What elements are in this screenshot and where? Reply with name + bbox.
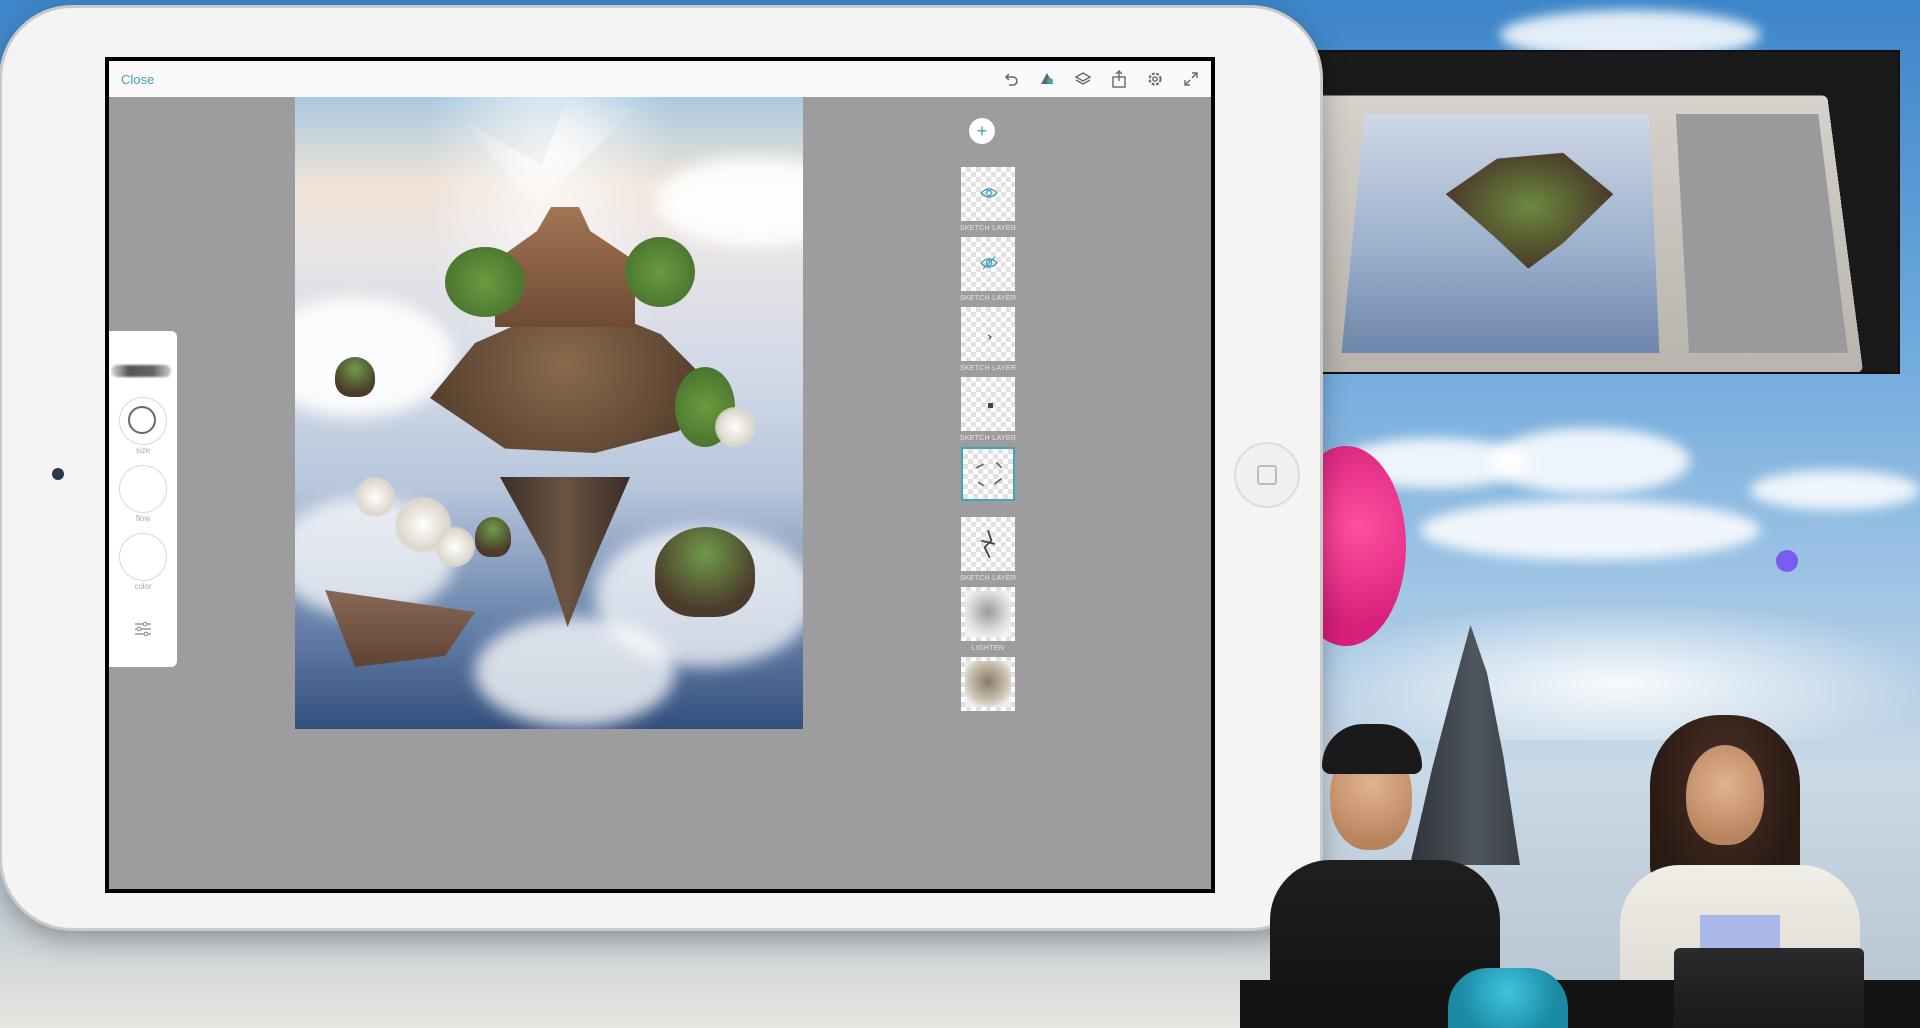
layer-item[interactable]: SKETCH LAYER (947, 377, 1017, 451)
background-cloud (1420, 500, 1760, 560)
propeller (355, 477, 395, 517)
settings-icon[interactable] (1145, 69, 1165, 89)
brush-stroke-preview[interactable] (111, 365, 171, 377)
top-toolbar: Close (109, 61, 1211, 97)
layer-thumbnail[interactable] (961, 447, 1015, 501)
sketch-mark-icon (988, 403, 993, 408)
sliders-icon[interactable] (133, 621, 153, 637)
flow-label: flow (135, 514, 151, 523)
ipad-device: Close size flow color + SKETCH LAYER SKE… (2, 8, 1320, 928)
sketch-app: Close size flow color + SKETCH LAYER SKE… (109, 61, 1211, 889)
sketch-mark-icon (975, 461, 1003, 487)
laptop (1674, 948, 1864, 1028)
size-label: size (135, 446, 151, 455)
add-layer-button[interactable]: + (969, 118, 995, 144)
layer-item[interactable]: SKETCH LAYER (947, 517, 1017, 591)
layer-label: SKETCH LAYER (959, 575, 1017, 582)
sketch-mark-icon (987, 334, 992, 340)
fullscreen-icon[interactable] (1181, 69, 1201, 89)
eye-hidden-icon[interactable] (979, 253, 999, 273)
canvas-cloud (295, 297, 455, 417)
background-cloud (1490, 428, 1690, 494)
ipad-screen: Close size flow color + SKETCH LAYER SKE… (105, 57, 1215, 893)
purple-dot (1776, 550, 1798, 572)
inset-layers-panel (1675, 114, 1848, 353)
layer-item-selected[interactable] (947, 447, 1017, 521)
color-picker[interactable] (119, 533, 167, 581)
layer-thumbnail[interactable] (961, 587, 1015, 641)
small-island (475, 517, 511, 557)
propeller (435, 527, 475, 567)
drawing-canvas[interactable] (295, 97, 803, 729)
layer-thumbnail[interactable] (961, 167, 1015, 221)
brush-panel: size flow color (109, 331, 177, 667)
beanie (1322, 724, 1422, 774)
greenery (445, 247, 525, 317)
layer-thumbnail[interactable] (961, 307, 1015, 361)
fill-icon[interactable] (1037, 69, 1057, 89)
eye-hidden-icon[interactable] (979, 183, 999, 203)
windmill-sails (465, 99, 635, 209)
layers-icon[interactable] (1073, 69, 1093, 89)
layer-item[interactable]: SKETCH LAYER (947, 307, 1017, 381)
layer-thumbnail[interactable] (961, 657, 1015, 711)
color-label: color (134, 582, 152, 591)
layer-item[interactable]: SKETCH LAYER (947, 167, 1017, 241)
toolbar-icons (1001, 69, 1201, 89)
propeller (715, 407, 755, 447)
layer-thumbnail[interactable] (961, 237, 1015, 291)
layer-item[interactable] (947, 657, 1017, 731)
layer-label: SKETCH LAYER (959, 225, 1017, 232)
size-slider[interactable] (119, 397, 167, 445)
inset-tablet-screen (1264, 95, 1864, 372)
layer-label: SKETCH LAYER (959, 295, 1017, 302)
canvas-cloud (475, 617, 675, 727)
layer-item[interactable]: SKETCH LAYER (947, 237, 1017, 311)
flow-slider[interactable] (119, 465, 167, 513)
layer-item[interactable]: LIGHTEN (947, 587, 1017, 661)
video-frame: Close size flow color + SKETCH LAYER SKE… (0, 0, 1920, 1028)
undo-icon[interactable] (1001, 69, 1021, 89)
microphone-windscreen (1448, 968, 1568, 1028)
share-icon[interactable] (1109, 69, 1129, 89)
background-cloud (1750, 470, 1920, 510)
layer-preview-image (965, 591, 1011, 637)
small-island (335, 357, 375, 397)
close-button[interactable]: Close (121, 72, 154, 87)
sketch-mark-icon (980, 530, 996, 559)
presenter-face (1686, 745, 1764, 845)
small-island (655, 527, 755, 617)
camera-icon (52, 468, 64, 480)
layer-preview-image (965, 661, 1011, 707)
layer-thumbnail[interactable] (961, 377, 1015, 431)
overhead-camera-inset (1252, 50, 1900, 374)
home-button[interactable] (1234, 442, 1300, 508)
layer-thumbnail[interactable] (961, 517, 1015, 571)
layer-label: SKETCH LAYER (959, 365, 1017, 372)
canvas-cloud (655, 157, 803, 247)
layer-label: SKETCH LAYER (959, 435, 1017, 442)
greenery (625, 237, 695, 307)
home-icon (1257, 465, 1277, 485)
layer-label: LIGHTEN (971, 645, 1005, 652)
